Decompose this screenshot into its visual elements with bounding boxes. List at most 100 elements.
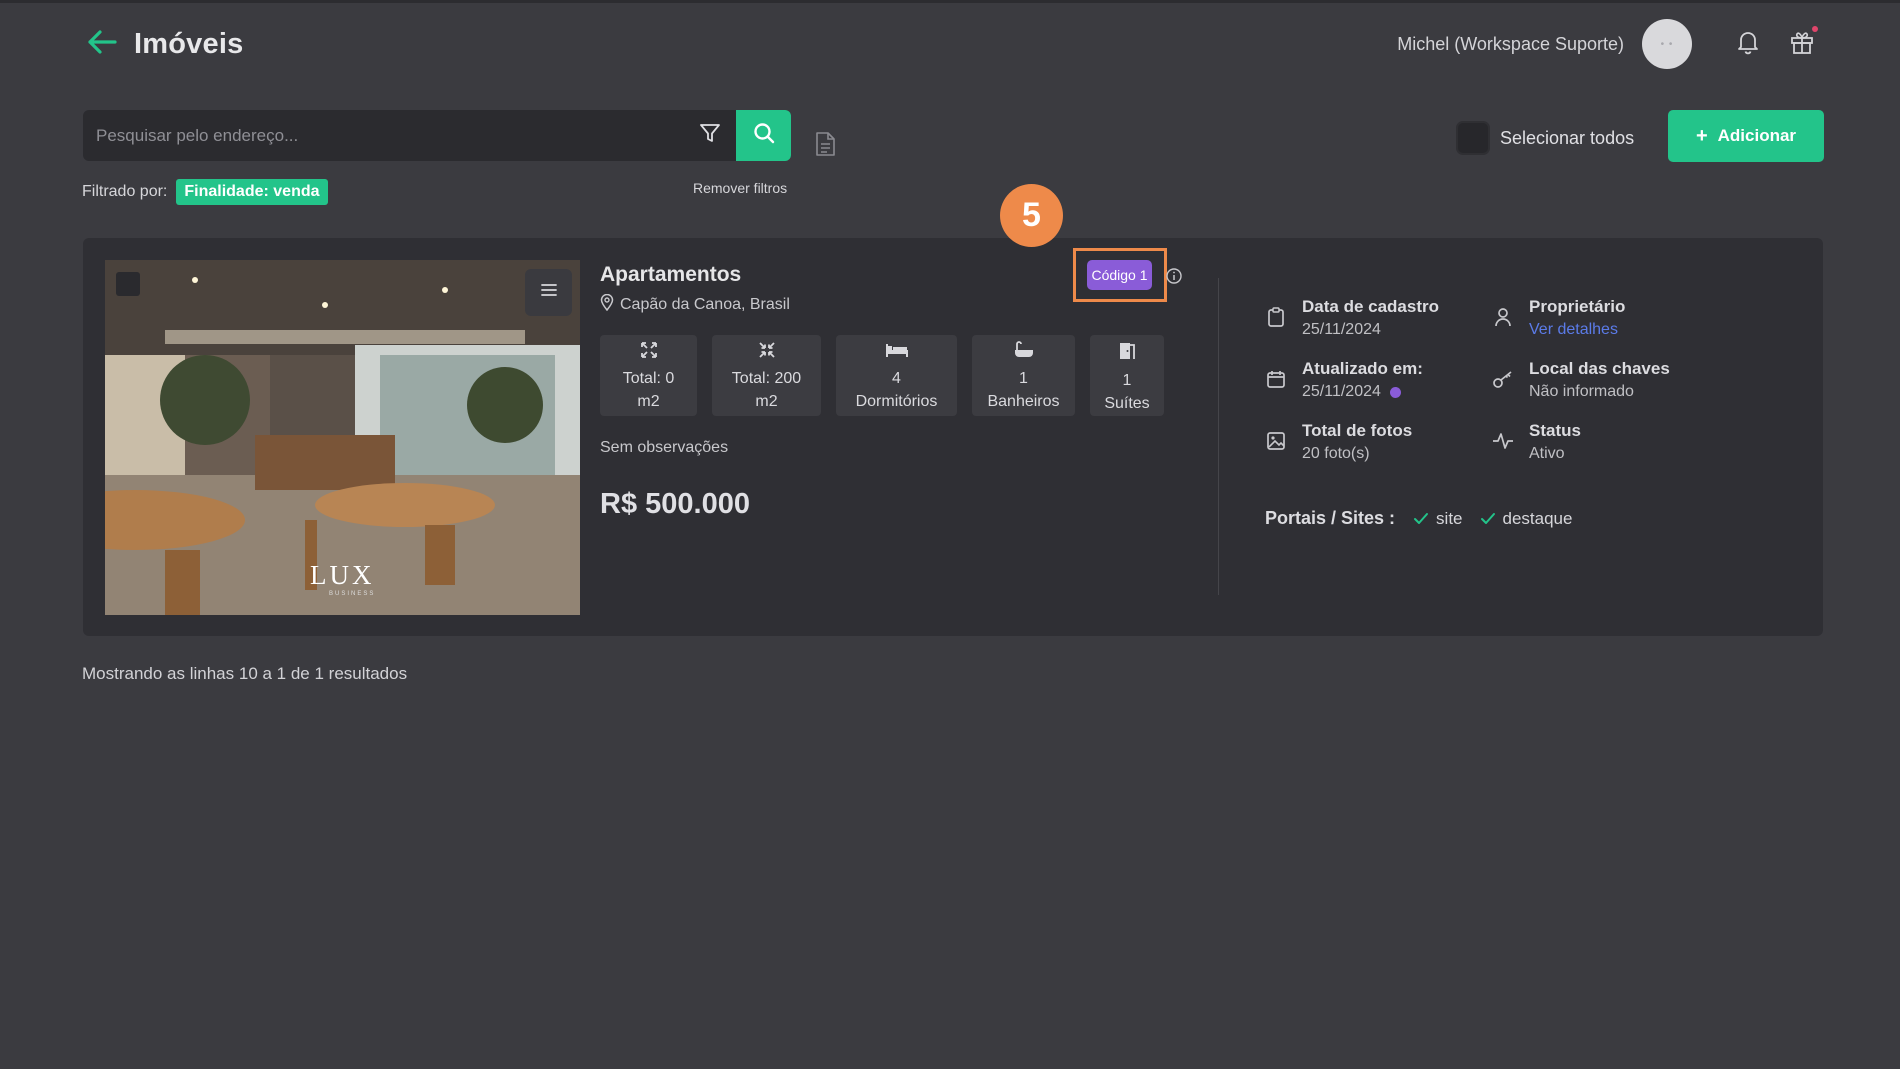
bathtub-icon xyxy=(1013,341,1035,367)
key-icon xyxy=(1492,368,1514,390)
bell-icon xyxy=(1736,29,1760,60)
gift-icon xyxy=(1789,29,1815,60)
portals-label: Portais / Sites : xyxy=(1265,508,1396,528)
detail-title: Atualizado em: xyxy=(1302,359,1423,378)
activity-icon xyxy=(1492,430,1514,452)
property-location-text: Capão da Canoa, Brasil xyxy=(620,296,790,313)
detail-photos: Total de fotos 20 foto(s) xyxy=(1265,420,1412,466)
add-button[interactable]: + Adicionar xyxy=(1668,110,1824,162)
stat-value: Total: 200 xyxy=(731,370,802,387)
property-type: Apartamentos xyxy=(600,263,742,286)
detail-value: 25/11/2024 xyxy=(1302,321,1381,338)
remove-filters-link[interactable]: Remover filtros xyxy=(693,180,787,196)
detail-title: Proprietário xyxy=(1529,297,1626,316)
detail-title: Status xyxy=(1529,421,1581,440)
search-button[interactable] xyxy=(736,110,791,161)
search-input[interactable] xyxy=(83,110,684,161)
card-divider xyxy=(1218,278,1219,595)
stat-value: 1 xyxy=(1122,372,1132,389)
stat-label: m2 xyxy=(755,393,778,410)
stat-label: Dormitórios xyxy=(855,393,938,410)
arrow-left-icon xyxy=(87,29,117,60)
calendar-icon xyxy=(1265,368,1287,390)
portal-item: site xyxy=(1413,508,1463,529)
detail-title: Data de cadastro xyxy=(1302,297,1439,316)
filter-label: Filtrado por: xyxy=(82,183,168,200)
document-icon xyxy=(814,131,836,162)
clipboard-icon xyxy=(1265,306,1287,328)
select-all-checkbox[interactable] xyxy=(1456,121,1490,155)
stat-value: 1 xyxy=(1019,370,1028,387)
detail-title: Total de fotos xyxy=(1302,421,1413,440)
avatar-initials: • • xyxy=(1660,38,1674,50)
detail-value: 20 foto(s) xyxy=(1302,445,1370,462)
property-price: R$ 500.000 xyxy=(600,488,750,520)
filter-icon xyxy=(699,122,721,149)
detail-value: Não informado xyxy=(1529,383,1634,400)
page-header: Imóveis Michel (Workspace Suporte) • • xyxy=(80,19,1840,69)
detail-updated: Atualizado em: 25/11/2024 xyxy=(1265,358,1423,404)
stat-label: Banheiros xyxy=(987,393,1060,410)
avatar[interactable]: • • xyxy=(1642,19,1692,69)
detail-registered: Data de cadastro 25/11/2024 xyxy=(1265,296,1439,342)
plus-icon: + xyxy=(1695,124,1708,147)
select-all-toggle[interactable]: Selecionar todos xyxy=(1456,121,1634,155)
portal-name: destaque xyxy=(1502,508,1573,528)
check-icon xyxy=(1414,512,1429,524)
user-name[interactable]: Michel (Workspace Suporte) xyxy=(1397,34,1624,55)
portal-item: destaque xyxy=(1480,508,1573,529)
detail-status: Status Ativo xyxy=(1492,420,1581,466)
detail-value: 25/11/2024 xyxy=(1302,383,1381,400)
stat-built-area: Total: 200 m2 xyxy=(712,335,821,416)
photo-watermark-logo: LUX xyxy=(310,560,375,590)
stat-total-area: Total: 0 m2 xyxy=(600,335,697,416)
portals-row: Portais / Sites : site destaque xyxy=(1265,508,1589,529)
bed-icon xyxy=(885,341,909,367)
detail-value: Ativo xyxy=(1529,445,1565,462)
detail-owner: Proprietário Ver detalhes xyxy=(1492,296,1625,342)
top-border xyxy=(0,0,1900,3)
photo-watermark-subtitle: BUSINESS xyxy=(329,591,376,597)
check-icon xyxy=(1480,512,1495,524)
property-location: Capão da Canoa, Brasil xyxy=(600,293,790,316)
search-bar xyxy=(83,110,791,161)
property-card: LUX BUSINESS Apartamentos Capão da Canoa… xyxy=(83,238,1823,636)
add-button-label: Adicionar xyxy=(1717,126,1797,145)
filter-button[interactable] xyxy=(684,110,736,161)
property-photo[interactable]: LUX BUSINESS xyxy=(105,260,580,615)
card-menu-button[interactable] xyxy=(525,269,572,316)
detail-title: Local das chaves xyxy=(1529,359,1670,378)
gift-button[interactable] xyxy=(1782,24,1822,64)
door-icon xyxy=(1117,341,1137,369)
compress-icon xyxy=(758,341,776,367)
select-all-label: Selecionar todos xyxy=(1500,127,1635,148)
back-button[interactable] xyxy=(80,22,124,66)
info-icon[interactable] xyxy=(1165,267,1183,285)
stat-label: m2 xyxy=(637,393,660,410)
owner-details-link[interactable]: Ver detalhes xyxy=(1529,318,1625,342)
update-status-dot xyxy=(1389,386,1401,398)
property-observations: Sem observações xyxy=(600,439,729,456)
card-select-checkbox[interactable] xyxy=(116,272,140,296)
stat-suites: 1 Suítes xyxy=(1090,335,1164,416)
export-document-button[interactable] xyxy=(812,131,838,161)
location-pin-icon xyxy=(600,293,620,316)
detail-keys: Local das chaves Não informado xyxy=(1492,358,1670,404)
user-icon xyxy=(1492,306,1514,328)
stat-value: Total: 0 xyxy=(622,370,675,387)
expand-icon xyxy=(640,341,658,367)
notifications-button[interactable] xyxy=(1728,24,1768,64)
tutorial-step-marker: 5 xyxy=(1000,184,1063,247)
filter-chip[interactable]: Finalidade: venda xyxy=(176,179,328,205)
page-title: Imóveis xyxy=(134,27,244,60)
property-code-badge[interactable]: Código 1 xyxy=(1087,260,1152,290)
stat-label: Suítes xyxy=(1104,395,1150,412)
stat-value: 4 xyxy=(892,370,901,387)
results-summary: Mostrando as linhas 10 a 1 de 1 resultad… xyxy=(82,664,408,683)
stat-bathrooms: 1 Banheiros xyxy=(972,335,1075,416)
active-filters: Filtrado por: Finalidade: venda xyxy=(82,179,328,205)
property-stats: Total: 0 m2 Total: 200 m2 4 Dormitórios … xyxy=(600,335,1179,416)
search-icon xyxy=(752,121,776,150)
menu-icon xyxy=(540,283,557,302)
portal-name: site xyxy=(1436,508,1463,528)
